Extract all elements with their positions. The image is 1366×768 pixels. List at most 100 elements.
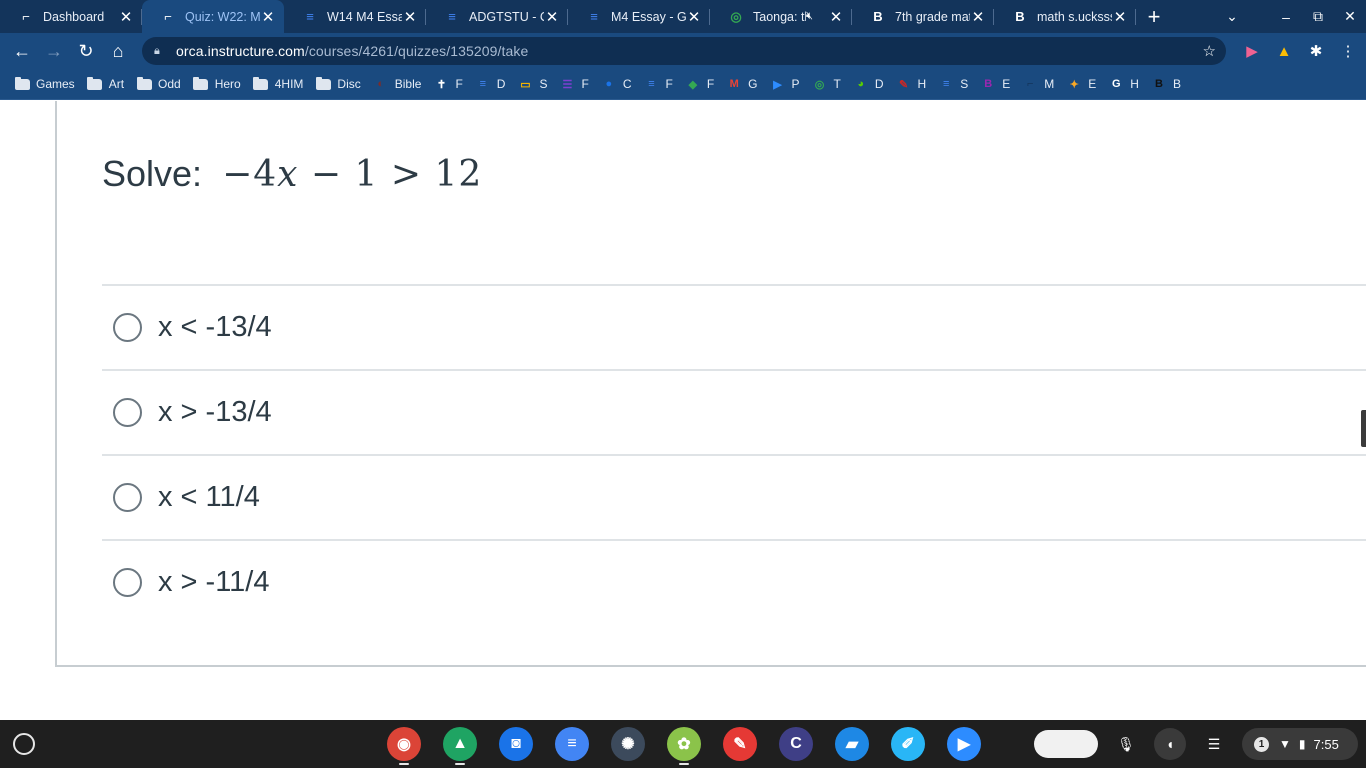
- bookmark-item[interactable]: ≡ S: [938, 77, 968, 91]
- bookmark-star-icon[interactable]: ☆: [1203, 42, 1216, 60]
- answer-label: x > -11/4: [158, 566, 270, 598]
- close-icon[interactable]: ✕: [970, 9, 986, 26]
- files-icon[interactable]: ▰: [835, 727, 869, 761]
- notification-count-badge: 1: [1254, 736, 1269, 752]
- browser-tab[interactable]: ≡ M4 Essay - Go ✕: [568, 0, 710, 33]
- bookmark-item[interactable]: GH: [1108, 77, 1139, 91]
- extensions-puzzle-icon[interactable]: ✱: [1300, 42, 1332, 60]
- close-icon[interactable]: ✕: [686, 9, 702, 26]
- close-icon[interactable]: ✕: [260, 9, 276, 26]
- answer-radio[interactable]: [113, 398, 142, 427]
- bookmark-item[interactable]: ≡ F: [643, 77, 673, 91]
- answer-option[interactable]: x < 11/4: [102, 454, 1366, 539]
- home-button[interactable]: ⌂: [102, 35, 134, 67]
- bookmark-item[interactable]: ✎ H: [896, 77, 926, 91]
- microphone-icon[interactable]: 🎙︎: [1110, 728, 1142, 760]
- launcher-button[interactable]: [13, 733, 35, 755]
- close-icon[interactable]: ✕: [402, 9, 418, 26]
- muted-icon[interactable]: 🔇︎: [806, 10, 820, 24]
- browser-tab[interactable]: ⌐ Quiz: W22: M5 ✕: [142, 0, 284, 33]
- bookmark-item[interactable]: BB: [1151, 77, 1181, 91]
- bookmark-item[interactable]: BE: [980, 77, 1010, 91]
- back-button[interactable]: ←: [6, 35, 38, 67]
- bookmark-item[interactable]: Games: [14, 76, 75, 91]
- bookmark-label: Games: [36, 77, 75, 91]
- answer-radio[interactable]: [113, 483, 142, 512]
- brush-icon[interactable]: ✐: [891, 727, 925, 761]
- screen-recorder-extension-icon[interactable]: ▶: [1236, 42, 1268, 60]
- docs-icon[interactable]: ≡: [555, 727, 589, 761]
- bookmark-item[interactable]: Hero: [193, 76, 241, 91]
- site-favicon-icon: ◆: [688, 78, 698, 91]
- close-icon[interactable]: ✕: [828, 9, 844, 26]
- paint-icon[interactable]: ✎: [723, 727, 757, 761]
- answer-radio[interactable]: [113, 313, 142, 342]
- close-icon[interactable]: ✕: [1112, 9, 1128, 26]
- folder-icon: [253, 76, 269, 91]
- browser-tab[interactable]: ◎ Taonga: th 🔇︎ ✕: [710, 0, 852, 33]
- site-favicon-icon: G: [1111, 78, 1121, 90]
- bookmark-item[interactable]: ☰ F: [559, 77, 589, 91]
- bookmark-label: F: [706, 77, 715, 91]
- minimize-icon[interactable]: –: [1270, 9, 1302, 25]
- bookmark-item[interactable]: ◎ T: [812, 77, 841, 91]
- drive-extension-icon[interactable]: ▲: [1268, 43, 1300, 60]
- bookmark-item[interactable]: ⌐ M: [1022, 77, 1054, 91]
- bookmark-item[interactable]: ◕ D: [853, 77, 884, 91]
- new-tab-button[interactable]: +: [1136, 0, 1172, 33]
- volume-icon[interactable]: ◖: [1154, 728, 1186, 760]
- zoom-icon[interactable]: ▶: [947, 727, 981, 761]
- answer-list: x < -13/4 x > -13/4 x < 11/4 x > -11/4: [102, 284, 1366, 624]
- address-bar[interactable]: 🔒︎ orca.instructure.com/courses/4261/qui…: [142, 37, 1226, 65]
- plus-icon: +: [1147, 3, 1161, 29]
- bookmark-item[interactable]: 4HIM: [253, 76, 303, 91]
- browser-tab[interactable]: ≡ ADGTSTU - Ch✕: [426, 0, 568, 33]
- bookmark-item[interactable]: Disc: [315, 76, 361, 91]
- bookmark-item[interactable]: ✦ E: [1066, 77, 1097, 91]
- answer-option[interactable]: x < -13/4: [102, 284, 1366, 369]
- url-text[interactable]: orca.instructure.com/courses/4261/quizze…: [176, 43, 528, 59]
- bookmark-item[interactable]: ✝ F: [433, 77, 463, 91]
- clock-time: 7:55: [1313, 736, 1339, 752]
- menu-kebab-icon[interactable]: ⋮: [1332, 42, 1364, 60]
- bookmark-label: D: [496, 77, 506, 91]
- answer-option[interactable]: x > -13/4: [102, 369, 1366, 454]
- scrollbar-thumb[interactable]: [1361, 410, 1366, 447]
- desk-preview-pill[interactable]: [1034, 730, 1098, 758]
- restore-icon[interactable]: ⧉: [1302, 8, 1334, 25]
- browser-tab[interactable]: Bmath s.ucksss ✕: [994, 0, 1136, 33]
- bookmark-item[interactable]: ▶ P: [770, 77, 799, 91]
- bookmark-item[interactable]: ≡ D: [475, 77, 506, 91]
- bookmark-item[interactable]: Odd: [136, 76, 181, 91]
- bookmark-item[interactable]: Art: [87, 76, 124, 91]
- browser-tab[interactable]: ⌐ Dashboard ✕: [0, 0, 142, 33]
- close-icon[interactable]: ✕: [544, 9, 560, 26]
- answer-radio[interactable]: [113, 568, 142, 597]
- bookmark-item[interactable]: ▭ S: [517, 77, 547, 91]
- chrome-icon[interactable]: ◉: [387, 727, 421, 761]
- bookmark-item[interactable]: MG: [726, 77, 758, 91]
- forward-button[interactable]: →: [38, 35, 70, 67]
- bookmark-label: F: [455, 77, 463, 91]
- answer-option[interactable]: x > -11/4: [102, 539, 1366, 624]
- bookmark-item[interactable]: ◆ F: [685, 77, 715, 91]
- art-app-icon[interactable]: ✿: [667, 727, 701, 761]
- reload-button[interactable]: ↻: [70, 35, 102, 67]
- browser-tab[interactable]: B 7th grade mat ✕: [852, 0, 994, 33]
- drive-icon[interactable]: ▲: [443, 727, 477, 761]
- bookmark-item[interactable]: ◐ Bible: [373, 77, 422, 91]
- status-tray[interactable]: 1 ▼ ▮ 7:55: [1242, 728, 1358, 760]
- close-icon[interactable]: ✕: [118, 9, 134, 26]
- browser-tab[interactable]: ≡ W14 M4 Essay✕: [284, 0, 426, 33]
- tab-search-icon[interactable]: ⌄: [1216, 8, 1248, 25]
- terminal-icon[interactable]: C: [779, 727, 813, 761]
- bookmark-item[interactable]: ● C: [601, 77, 631, 91]
- bookmark-label: Bible: [394, 77, 422, 91]
- close-window-icon[interactable]: ✕: [1334, 8, 1366, 25]
- camera-icon[interactable]: ◙: [499, 727, 533, 761]
- lock-icon[interactable]: 🔒︎: [154, 45, 168, 58]
- clipboard-icon[interactable]: ☰: [1198, 728, 1230, 760]
- folder-icon: [136, 76, 152, 91]
- site-favicon-icon: ☰: [562, 78, 573, 91]
- canvas-app-icon[interactable]: ✺: [611, 727, 645, 761]
